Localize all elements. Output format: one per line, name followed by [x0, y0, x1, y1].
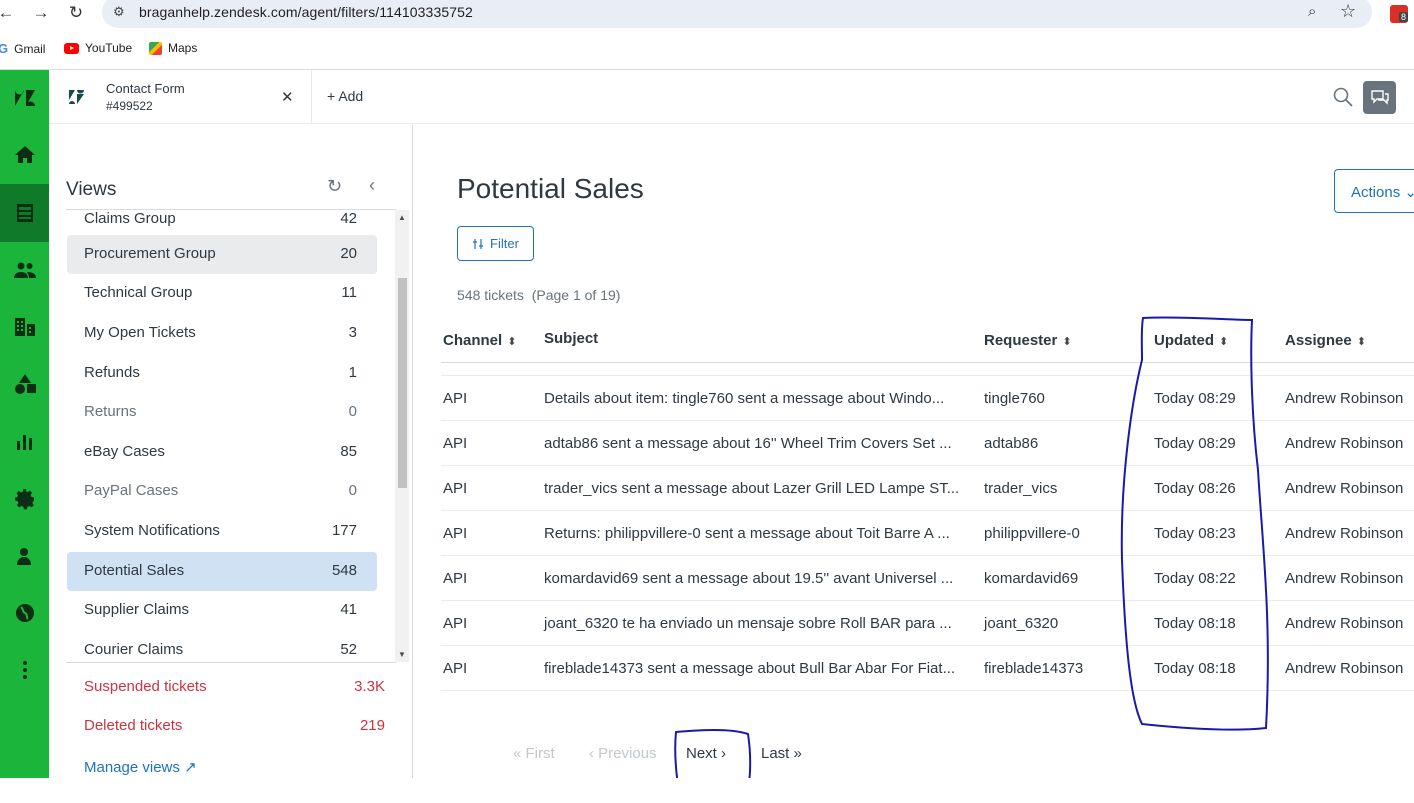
- conversations-button[interactable]: [1363, 81, 1396, 114]
- table-row[interactable]: API trader_vics sent a message about Laz…: [441, 466, 1414, 511]
- column-header-channel[interactable]: Channel ⬍: [443, 332, 516, 349]
- table-row[interactable]: API joant_6320 te ha enviado un mensaje …: [441, 601, 1414, 646]
- actions-button[interactable]: Actions ⌄: [1334, 169, 1414, 213]
- view-item-my-open-tickets[interactable]: My Open Tickets 3: [67, 314, 377, 353]
- forward-icon[interactable]: →: [31, 3, 51, 23]
- back-icon[interactable]: ←: [0, 3, 16, 23]
- ticket-count: 548 tickets (Page 1 of 19): [457, 287, 621, 303]
- last-page-button[interactable]: Last »: [761, 745, 802, 762]
- column-header-updated[interactable]: Updated ⬍: [1154, 332, 1228, 349]
- admin-gear-icon[interactable]: [0, 479, 49, 519]
- search-icon[interactable]: [1332, 86, 1354, 108]
- next-page-button[interactable]: Next ›: [686, 745, 726, 762]
- youtube-icon: [64, 42, 79, 54]
- customers-icon[interactable]: [0, 250, 49, 290]
- reporting-icon[interactable]: [0, 421, 49, 461]
- view-item-supplier-claims[interactable]: Supplier Claims 41: [67, 591, 377, 630]
- column-header-subject: Subject: [544, 330, 599, 347]
- scroll-down-icon[interactable]: ▼: [398, 650, 406, 659]
- zendesk-tab-icon: [69, 90, 84, 104]
- more-icon[interactable]: [0, 650, 49, 690]
- bookmark-maps[interactable]: Maps: [149, 41, 197, 55]
- chevron-down-icon: ⌄: [1404, 184, 1414, 201]
- scroll-thumb[interactable]: [398, 278, 407, 488]
- view-item-refunds[interactable]: Refunds 1: [67, 354, 377, 393]
- bottom-strip: [0, 778, 1414, 803]
- sort-icon: ⬍: [507, 336, 517, 348]
- product-nav: [0, 70, 49, 778]
- reload-icon[interactable]: ↻: [66, 3, 86, 23]
- views-title: Views: [66, 179, 117, 200]
- view-item-paypal-cases[interactable]: PayPal Cases 0: [67, 472, 377, 511]
- table-row[interactable]: API Returns: philippvillere-0 sent a mes…: [441, 511, 1414, 556]
- pagination: « First ‹ Previous Next › Last »: [414, 743, 1014, 767]
- browser-toolbar: ← → ↻ ⚙ braganhelp.zendesk.com/agent/fil…: [0, 0, 1414, 30]
- views-list: Claims Group 42 Procurement Group 20 Techn…: [66, 209, 396, 662]
- refresh-icon[interactable]: ↻: [327, 176, 342, 197]
- external-link-icon: ↗: [184, 759, 197, 776]
- table-row[interactable]: API fireblade14373 sent a message about …: [441, 646, 1414, 691]
- views-icon[interactable]: [0, 184, 49, 242]
- divider: [66, 662, 396, 663]
- home-icon[interactable]: [0, 135, 49, 175]
- views-panel: Views ↻ ‹ Claims Group 42 Procurement Gro…: [49, 125, 413, 778]
- chat-icon: [1370, 89, 1389, 105]
- page-title: Potential Sales: [457, 173, 644, 204]
- zendesk-logo-icon[interactable]: [0, 78, 49, 118]
- shapes-icon[interactable]: [0, 364, 49, 404]
- view-item-potential-sales[interactable]: Potential Sales 548: [67, 552, 377, 591]
- table-header: Channel ⬍ Subject Requester ⬍ Updated ⬍ Ass…: [441, 321, 1414, 363]
- maps-icon: [149, 41, 162, 55]
- bookmark-youtube[interactable]: YouTube: [64, 41, 132, 55]
- table-row[interactable]: API komardavid69 sent a message about 19…: [441, 556, 1414, 601]
- agent-icon[interactable]: [0, 536, 49, 576]
- bookmark-gmail[interactable]: G Gmail: [0, 41, 45, 56]
- tab-ticket-number: #499522: [106, 99, 153, 113]
- table-row[interactable]: API adtab86 sent a message about 16'' Wh…: [441, 421, 1414, 466]
- column-header-assignee[interactable]: Assignee ⬍: [1285, 332, 1366, 349]
- tab-title: Contact Form: [106, 81, 185, 96]
- view-item-technical-group[interactable]: Technical Group 11: [67, 274, 377, 313]
- extension-badge: 8: [1399, 12, 1409, 22]
- site-info-icon[interactable]: ⚙: [113, 4, 125, 20]
- globe-icon[interactable]: [0, 593, 49, 633]
- filter-sliders-icon: [473, 238, 484, 249]
- chevron-left-icon: ‹: [589, 745, 594, 762]
- collapse-chevron-icon[interactable]: ‹: [369, 175, 375, 196]
- views-scrollbar[interactable]: ▲ ▼: [395, 210, 409, 662]
- scroll-up-icon[interactable]: ▲: [398, 213, 406, 222]
- chevron-right-icon: ›: [721, 745, 727, 762]
- organizations-icon[interactable]: [0, 307, 49, 347]
- sort-icon: ⬍: [1062, 336, 1072, 348]
- manage-views-link[interactable]: Manage views ↗: [84, 758, 197, 776]
- main-content: Potential Sales Actions ⌄ Filter 548 tic…: [414, 125, 1414, 778]
- column-header-requester[interactable]: Requester ⬍: [984, 332, 1072, 349]
- url-text[interactable]: braganhelp.zendesk.com/agent/filters/114…: [139, 4, 473, 20]
- plus-icon: +: [327, 88, 336, 104]
- google-icon: G: [0, 41, 9, 56]
- close-icon[interactable]: ✕: [281, 88, 294, 106]
- add-tab-button[interactable]: + Add: [327, 88, 363, 104]
- view-item-procurement-group[interactable]: Procurement Group 20: [67, 235, 377, 274]
- view-item-courier-claims[interactable]: Courier Claims 52: [67, 631, 377, 662]
- view-item-ebay-cases[interactable]: eBay Cases 85: [67, 433, 377, 472]
- previous-page-button[interactable]: ‹ Previous: [589, 745, 657, 762]
- divider: [66, 209, 396, 210]
- filter-button[interactable]: Filter: [457, 226, 534, 261]
- bookmarks-bar: G Gmail YouTube Maps: [0, 36, 1414, 62]
- zoom-icon[interactable]: ⌕: [1308, 3, 1316, 20]
- double-chevron-left-icon: «: [513, 745, 522, 762]
- sort-icon: ⬍: [1219, 336, 1229, 348]
- view-item-system-notifications[interactable]: System Notifications 177: [67, 512, 377, 551]
- table-row[interactable]: API Details about item: tingle760 sent a…: [441, 376, 1414, 421]
- tab-contact-form[interactable]: Contact Form #499522 ✕: [49, 70, 312, 124]
- first-page-button[interactable]: « First: [513, 745, 555, 762]
- double-chevron-right-icon: »: [793, 745, 802, 762]
- bookmark-star-icon[interactable]: ☆: [1340, 1, 1356, 22]
- sort-icon: ⬍: [1356, 336, 1366, 348]
- view-item-returns[interactable]: Returns 0: [67, 393, 377, 432]
- tab-bar: Contact Form #499522 ✕ + Add: [49, 70, 1414, 124]
